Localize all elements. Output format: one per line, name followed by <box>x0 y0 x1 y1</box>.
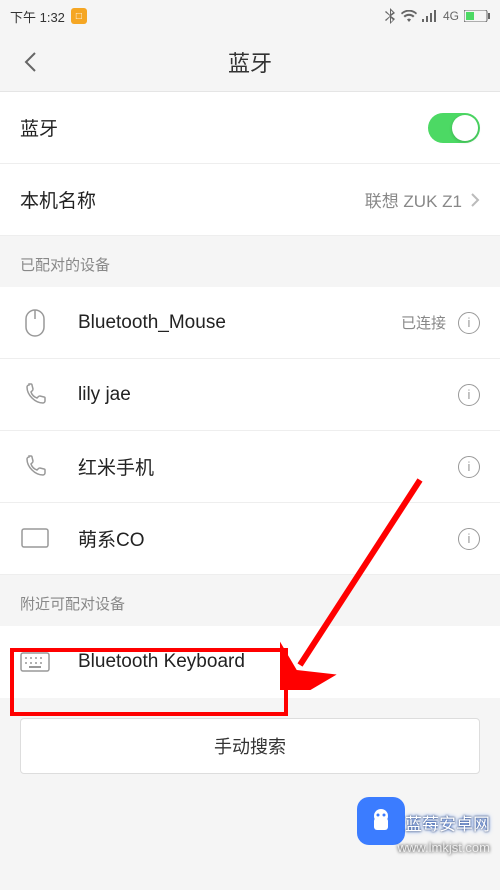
device-name-text: Bluetooth Keyboard <box>78 651 480 673</box>
device-name-text: 萌系CO <box>78 525 458 552</box>
bluetooth-toggle-row[interactable]: 蓝牙 <box>0 92 500 164</box>
paired-section-header: 已配对的设备 <box>0 236 500 287</box>
bluetooth-label: 蓝牙 <box>20 114 428 141</box>
keyboard-icon <box>20 647 50 677</box>
device-row-phone1[interactable]: lily jae i <box>0 359 500 431</box>
device-name-row[interactable]: 本机名称 联想 ZUK Z1 <box>0 164 500 236</box>
info-icon[interactable]: i <box>458 312 480 334</box>
signal-icon <box>422 10 438 22</box>
bluetooth-icon <box>384 8 396 24</box>
page-title: 蓝牙 <box>0 46 500 78</box>
mouse-icon <box>20 308 50 338</box>
manual-search-button[interactable]: 手动搜索 <box>20 718 480 774</box>
device-status-text: 已连接 <box>401 312 446 333</box>
status-bar: 下午 1:32 □ 4G <box>0 0 500 32</box>
search-button-label: 手动搜索 <box>214 733 286 759</box>
info-icon[interactable]: i <box>458 384 480 406</box>
chevron-right-icon <box>470 192 480 208</box>
toggle-knob <box>452 115 478 141</box>
device-name-text: 红米手机 <box>78 453 458 480</box>
watermark-url: www.lmkjst.com <box>398 840 490 855</box>
sync-icon: □ <box>71 8 87 24</box>
info-icon[interactable]: i <box>458 456 480 478</box>
device-row-mouse[interactable]: Bluetooth_Mouse 已连接 i <box>0 287 500 359</box>
info-icon[interactable]: i <box>458 528 480 550</box>
device-name-text: lily jae <box>78 384 458 406</box>
device-row-display[interactable]: 萌系CO i <box>0 503 500 575</box>
network-label: 4G <box>443 9 459 23</box>
device-row-phone2[interactable]: 红米手机 i <box>0 431 500 503</box>
display-icon <box>20 524 50 554</box>
device-name-label: 本机名称 <box>20 186 365 213</box>
back-button[interactable] <box>15 47 45 77</box>
phone-icon <box>20 452 50 482</box>
bluetooth-toggle[interactable] <box>428 113 480 143</box>
device-name-value: 联想 ZUK Z1 <box>365 187 462 212</box>
battery-icon <box>464 10 490 22</box>
status-time: 下午 1:32 <box>10 7 65 26</box>
chevron-left-icon <box>23 51 37 73</box>
device-row-keyboard[interactable]: Bluetooth Keyboard <box>0 626 500 698</box>
device-name-text: Bluetooth_Mouse <box>78 312 401 334</box>
nearby-section-header: 附近可配对设备 <box>0 575 500 626</box>
phone-icon <box>20 380 50 410</box>
page-header: 蓝牙 <box>0 32 500 92</box>
watermark-logo <box>357 797 405 845</box>
android-icon <box>366 806 396 836</box>
watermark-name: 蓝莓安卓网 <box>405 810 490 835</box>
wifi-icon <box>401 10 417 22</box>
